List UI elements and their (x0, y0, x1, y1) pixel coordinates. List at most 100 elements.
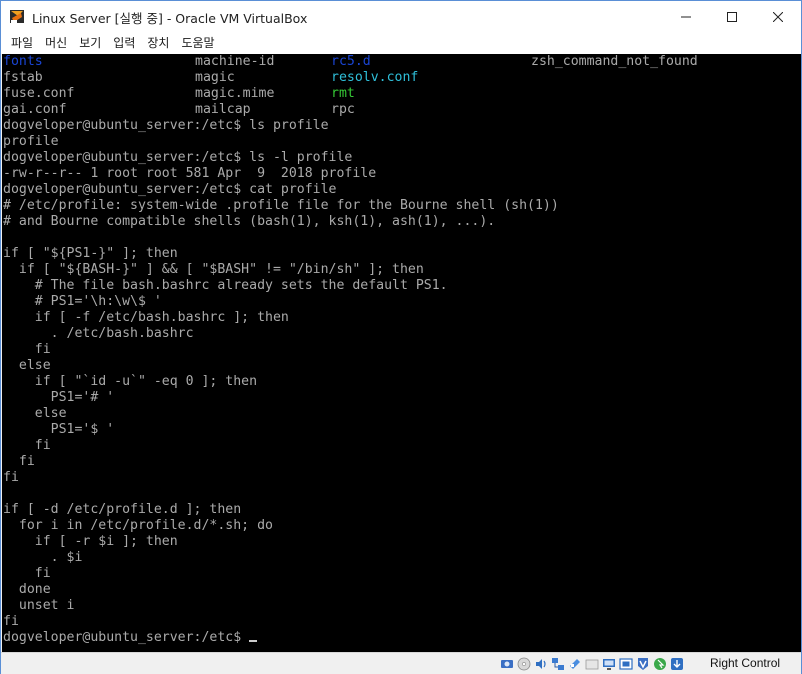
terminal-listing-entry: rc5.d (331, 54, 371, 69)
terminal-line: gai.conf mailcap rpc (3, 102, 800, 118)
terminal-line: # and Bourne compatible shells (bash(1),… (3, 214, 800, 230)
terminal-line-text: fi (3, 614, 19, 629)
terminal-line-text: PS1='# ' (3, 390, 115, 405)
terminal-listing-entry: machine-id (195, 54, 275, 69)
terminal-line-text: dogveloper@ubuntu_server:/etc$ ls -l pro… (3, 150, 353, 165)
terminal-line: for i in /etc/profile.d/*.sh; do (3, 518, 800, 534)
terminal-line-text: # The file bash.bashrc already sets the … (3, 278, 448, 293)
terminal-line-text: else (3, 406, 67, 421)
terminal-line-text: unset i (3, 598, 75, 613)
minimize-button[interactable] (663, 1, 709, 32)
terminal-line-text: PS1='$ ' (3, 422, 115, 437)
terminal-line-text: # and Bourne compatible shells (bash(1),… (3, 214, 496, 229)
usb-icon[interactable] (567, 656, 582, 671)
terminal-listing-entry: zsh_command_not_found (531, 54, 698, 69)
terminal-line: else (3, 406, 800, 422)
terminal-line: if [ -f /etc/bash.bashrc ]; then (3, 310, 800, 326)
maximize-icon (727, 11, 737, 22)
shared-folders-icon[interactable] (584, 656, 599, 671)
terminal-line: unset i (3, 598, 800, 614)
terminal-line-text: fi (3, 438, 51, 453)
hard-disk-icon[interactable] (499, 656, 514, 671)
status-bar: Right Control (1, 652, 801, 674)
terminal-line: # /etc/profile: system-wide .profile fil… (3, 198, 800, 214)
terminal-line: fi (3, 614, 800, 630)
host-key-arrow-icon (669, 656, 684, 671)
terminal-listing-entry: magic.mime (195, 86, 275, 101)
menu-bar: 파일 머신 보기 입력 장치 도움말 (1, 32, 801, 54)
menu-file[interactable]: 파일 (5, 32, 39, 54)
close-button[interactable] (755, 1, 801, 32)
virtualbox-window: Linux Server [실행 중] - Oracle VM VirtualB… (0, 0, 802, 674)
terminal-line: if [ "${BASH-}" ] && [ "$BASH" != "/bin/… (3, 262, 800, 278)
terminal-line: fstab magic resolv.conf (3, 70, 800, 86)
terminal-line-text: # /etc/profile: system-wide .profile fil… (3, 198, 559, 213)
terminal-line: done (3, 582, 800, 598)
terminal-line: if [ "${PS1-}" ]; then (3, 246, 800, 262)
terminal-line: PS1='$ ' (3, 422, 800, 438)
terminal-line: # PS1='\h:\w\$ ' (3, 294, 800, 310)
network-icon[interactable] (550, 656, 565, 671)
terminal-line: fi (3, 438, 800, 454)
terminal-line-text: fi (3, 470, 19, 485)
menu-input[interactable]: 입력 (107, 32, 141, 54)
terminal-line: if [ -d /etc/profile.d ]; then (3, 502, 800, 518)
vm-terminal-screen[interactable]: fonts machine-id rc5.d zsh_command_not_foun… (2, 54, 801, 652)
virtualization-icon[interactable] (635, 656, 650, 671)
terminal-line: PS1='# ' (3, 390, 800, 406)
terminal-line: if [ -r $i ]; then (3, 534, 800, 550)
terminal-line-text: -rw-r--r-- 1 root root 581 Apr 9 2018 pr… (3, 166, 377, 181)
terminal-line-text: if [ -r $i ]; then (3, 534, 178, 549)
terminal-line-text: if [ "${PS1-}" ]; then (3, 246, 178, 261)
terminal-line: fi (3, 566, 800, 582)
close-icon (773, 11, 783, 22)
terminal-cursor (249, 640, 258, 642)
terminal-listing-entry: rmt (331, 86, 355, 101)
terminal-line: fi (3, 470, 800, 486)
terminal-line-text: dogveloper@ubuntu_server:/etc$ ls profil… (3, 118, 329, 133)
terminal-line-text: done (3, 582, 51, 597)
terminal-line-text: . /etc/bash.bashrc (3, 326, 194, 341)
terminal-listing-entry: fstab (3, 70, 43, 85)
audio-icon[interactable] (533, 656, 548, 671)
terminal-listing-entry: fonts (3, 54, 43, 69)
mouse-integration-icon[interactable] (652, 656, 667, 671)
video-capture-icon[interactable] (618, 656, 633, 671)
terminal-line: fi (3, 342, 800, 358)
host-key-label: Right Control (710, 656, 781, 670)
terminal-line: # The file bash.bashrc already sets the … (3, 278, 800, 294)
terminal-listing-entry: resolv.conf (331, 70, 419, 85)
terminal-line-text: # PS1='\h:\w\$ ' (3, 294, 162, 309)
terminal-line: -rw-r--r-- 1 root root 581 Apr 9 2018 pr… (3, 166, 800, 182)
terminal-line-text: . $i (3, 550, 83, 565)
terminal-line-text: if [ "${BASH-}" ] && [ "$BASH" != "/bin/… (3, 262, 424, 277)
title-bar[interactable]: Linux Server [실행 중] - Oracle VM VirtualB… (1, 1, 801, 32)
optical-drive-icon[interactable] (516, 656, 531, 671)
terminal-line: dogveloper@ubuntu_server:/etc$ (3, 630, 800, 646)
terminal-line: if [ "`id -u`" -eq 0 ]; then (3, 374, 800, 390)
menu-view[interactable]: 보기 (73, 32, 107, 54)
maximize-button[interactable] (709, 1, 755, 32)
display-icon[interactable] (601, 656, 616, 671)
menu-help[interactable]: 도움말 (175, 32, 220, 54)
menu-devices[interactable]: 장치 (141, 32, 175, 54)
terminal-listing-entry: magic (195, 70, 235, 85)
terminal-line: profile (3, 134, 800, 150)
terminal-line-text: if [ -d /etc/profile.d ]; then (3, 502, 242, 517)
terminal-line-text: fi (3, 454, 35, 469)
terminal-line: . $i (3, 550, 800, 566)
terminal-line-text: for i in /etc/profile.d/*.sh; do (3, 518, 273, 533)
menu-machine[interactable]: 머신 (39, 32, 73, 54)
terminal-line: dogveloper@ubuntu_server:/etc$ ls profil… (3, 118, 800, 134)
terminal-line: fi (3, 454, 800, 470)
terminal-line-text: if [ -f /etc/bash.bashrc ]; then (3, 310, 289, 325)
terminal-line-text: else (3, 358, 51, 373)
terminal-line-text: dogveloper@ubuntu_server:/etc$ cat profi… (3, 182, 337, 197)
terminal-line: fuse.conf magic.mime rmt (3, 86, 800, 102)
terminal-listing-entry: gai.conf (3, 102, 67, 117)
terminal-listing-entry: rpc (331, 102, 355, 117)
terminal-listing-entry: mailcap (195, 102, 251, 117)
minimize-icon (681, 16, 691, 17)
